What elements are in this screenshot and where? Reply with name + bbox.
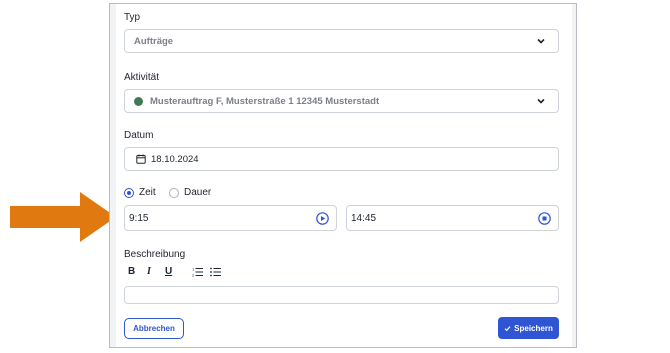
form-window: Typ Aufträge Aktivität Musterauftrag F, … xyxy=(109,3,577,348)
rich-text-toolbar: B I U 1 2 xyxy=(124,266,244,278)
start-time-input[interactable]: 9:15 xyxy=(124,205,337,231)
svg-text:1: 1 xyxy=(192,268,194,272)
calendar-icon xyxy=(136,154,146,164)
cancel-button-label: Abbrechen xyxy=(133,324,175,333)
status-dot-icon xyxy=(134,97,143,106)
callout-arrow-icon xyxy=(10,192,116,242)
aktivitaet-value: Musterauftrag F, Musterstraße 1 12345 Mu… xyxy=(150,96,380,107)
typ-value: Aufträge xyxy=(134,36,174,47)
aktivitaet-select[interactable]: Musterauftrag F, Musterstraße 1 12345 Mu… xyxy=(124,89,559,113)
end-time-input[interactable]: 14:45 xyxy=(346,205,559,231)
save-button[interactable]: Speichern xyxy=(498,317,559,339)
radio-dauer-label: Dauer xyxy=(184,187,212,198)
italic-icon[interactable]: I xyxy=(147,266,151,277)
svg-text:2: 2 xyxy=(192,274,194,278)
save-button-label: Speichern xyxy=(514,323,553,333)
radio-zeit-label: Zeit xyxy=(139,187,156,198)
chevron-down-icon xyxy=(537,38,545,44)
start-time-value: 9:15 xyxy=(129,213,149,224)
datum-input[interactable]: 18.10.2024 xyxy=(124,147,559,171)
bullet-list-icon[interactable] xyxy=(210,267,221,277)
play-icon[interactable] xyxy=(316,212,329,225)
check-icon xyxy=(504,325,511,331)
form-panel: Typ Aufträge Aktivität Musterauftrag F, … xyxy=(116,4,572,347)
aktivitaet-label: Aktivität xyxy=(124,72,160,83)
cancel-button[interactable]: Abbrechen xyxy=(124,318,184,339)
mode-radio-group: Zeit Dauer xyxy=(124,187,244,200)
chevron-down-icon xyxy=(537,98,545,104)
stop-icon[interactable] xyxy=(538,212,551,225)
ordered-list-icon[interactable]: 1 2 xyxy=(192,267,203,277)
end-time-value: 14:45 xyxy=(351,213,377,224)
beschreibung-label: Beschreibung xyxy=(124,249,186,260)
datum-value: 18.10.2024 xyxy=(151,154,199,165)
radio-dauer[interactable] xyxy=(169,188,179,198)
typ-label: Typ xyxy=(124,12,141,23)
beschreibung-editor[interactable] xyxy=(124,286,559,304)
bold-icon[interactable]: B xyxy=(128,266,135,277)
radio-zeit[interactable] xyxy=(124,188,134,198)
typ-select[interactable]: Aufträge xyxy=(124,29,559,53)
underline-icon[interactable]: U xyxy=(165,266,172,277)
datum-label: Datum xyxy=(124,130,154,141)
